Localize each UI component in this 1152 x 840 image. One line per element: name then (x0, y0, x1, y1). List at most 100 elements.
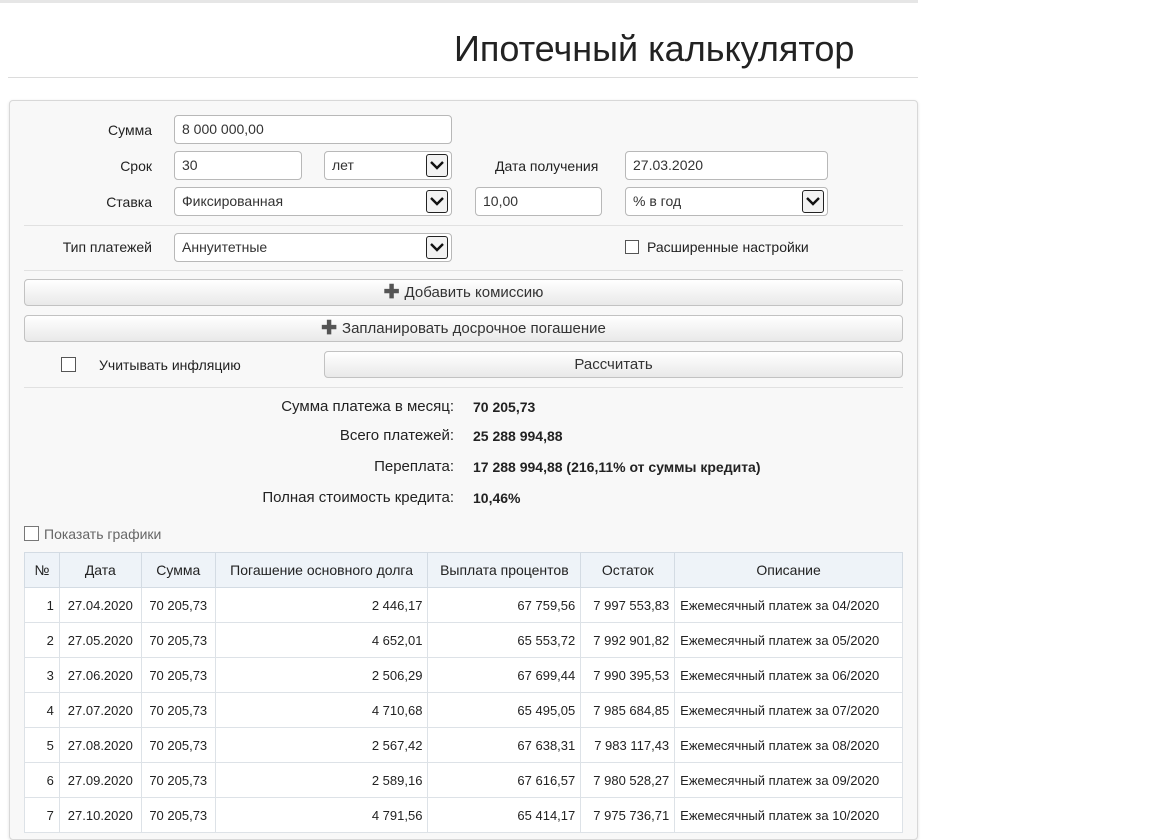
table-row: 1 27.04.2020 70 205,73 2 446,17 67 759,56 7 9… (24, 587, 903, 623)
monthly-payment-value: 70 205,73 (473, 399, 536, 415)
rate-type-value: Фиксированная (182, 193, 284, 209)
date-label: Дата получения (495, 158, 599, 174)
table-row: 7 27.10.2020 70 205,73 4 791,56 65 414,17 7 9… (24, 797, 903, 833)
show-charts-label[interactable]: Показать графики (44, 526, 161, 542)
row-date: 27.10.2020 (58, 797, 142, 833)
row-number: 3 (24, 657, 60, 693)
row-amount: 70 205,73 (140, 797, 216, 833)
column-header-balance[interactable]: Остаток (580, 552, 676, 588)
row-number: 2 (24, 622, 60, 658)
show-charts-checkbox[interactable] (24, 526, 39, 541)
term-unit-value: лет (332, 157, 354, 173)
advanced-settings-checkbox[interactable] (625, 240, 639, 254)
row-description: Ежемесячный платеж за 07/2020 (674, 692, 903, 728)
row-balance: 7 975 736,71 (580, 797, 676, 833)
payment-type-value: Аннуитетные (182, 239, 268, 255)
plan-prepayment-label: Запланировать досрочное погашение (342, 320, 606, 337)
column-header-date[interactable]: Дата (58, 552, 142, 588)
add-commission-label: Добавить комиссию (404, 284, 544, 301)
row-balance: 7 985 684,85 (580, 692, 676, 728)
chevron-down-icon[interactable] (426, 190, 448, 213)
row-description: Ежемесячный платеж за 04/2020 (674, 587, 903, 623)
row-balance: 7 992 901,82 (580, 622, 676, 658)
form-divider (24, 225, 903, 226)
row-description: Ежемесячный платеж за 10/2020 (674, 797, 903, 833)
row-date: 27.08.2020 (58, 727, 142, 763)
payment-type-select[interactable]: Аннуитетные (174, 233, 452, 262)
row-interest: 67 638,31 (427, 727, 582, 763)
page-title: Ипотечный калькулятор (454, 28, 855, 69)
rate-type-select[interactable]: Фиксированная (174, 187, 452, 216)
table-row: 5 27.08.2020 70 205,73 2 567,42 67 638,31 7 9… (24, 727, 903, 763)
table-row: 2 27.05.2020 70 205,73 4 652,01 65 553,72 7 9… (24, 622, 903, 658)
payment-type-label: Тип платежей (62, 239, 152, 255)
row-amount: 70 205,73 (140, 692, 216, 728)
row-principal: 2 506,29 (214, 657, 429, 693)
row-principal: 2 567,42 (214, 727, 429, 763)
plan-prepayment-button[interactable]: ✚ Запланировать досрочное погашение (24, 315, 903, 342)
row-balance: 7 980 528,27 (580, 762, 676, 798)
total-payments-value: 25 288 994,88 (473, 428, 563, 444)
row-principal: 2 446,17 (214, 587, 429, 623)
column-header-principal[interactable]: Погашение основного долга (214, 552, 429, 588)
chevron-down-icon[interactable] (802, 190, 824, 213)
table-row: 6 27.09.2020 70 205,73 2 589,16 67 616,57 7 9… (24, 762, 903, 798)
plus-icon: ✚ (321, 318, 338, 339)
add-commission-button[interactable]: ✚ Добавить комиссию (24, 279, 903, 306)
row-amount: 70 205,73 (140, 587, 216, 623)
payment-schedule-table: № Дата Сумма Погашение основного долга В… (24, 552, 903, 833)
row-date: 27.06.2020 (58, 657, 142, 693)
row-number: 4 (24, 692, 60, 728)
row-description: Ежемесячный платеж за 05/2020 (674, 622, 903, 658)
inflation-checkbox[interactable] (61, 357, 76, 372)
table-row: 4 27.07.2020 70 205,73 4 710,68 65 495,05 7 9… (24, 692, 903, 728)
plus-icon: ✚ (383, 282, 400, 303)
full-cost-value: 10,46% (473, 490, 521, 506)
row-principal: 4 652,01 (214, 622, 429, 658)
date-input[interactable]: 27.03.2020 (625, 151, 828, 180)
overpayment-value: 17 288 994,88 (216,11% от суммы кредита) (473, 459, 761, 475)
rate-unit-select[interactable]: % в год (625, 187, 828, 216)
row-principal: 2 589,16 (214, 762, 429, 798)
table-body: 1 27.04.2020 70 205,73 2 446,17 67 759,56 7 9… (24, 587, 903, 833)
row-interest: 65 495,05 (427, 692, 582, 728)
row-number: 7 (24, 797, 60, 833)
row-interest: 67 699,44 (427, 657, 582, 693)
row-number: 6 (24, 762, 60, 798)
row-number: 1 (24, 587, 60, 623)
chevron-down-icon[interactable] (426, 154, 448, 177)
column-header-interest[interactable]: Выплата процентов (427, 552, 582, 588)
row-interest: 65 553,72 (427, 622, 582, 658)
row-interest: 67 616,57 (427, 762, 582, 798)
row-balance: 7 997 553,83 (580, 587, 676, 623)
form-divider (24, 387, 903, 388)
table-row: 3 27.06.2020 70 205,73 2 506,29 67 699,44 7 9… (24, 657, 903, 693)
row-balance: 7 983 117,43 (580, 727, 676, 763)
term-label: Срок (120, 158, 152, 174)
rate-unit-value: % в год (633, 193, 682, 209)
rate-input[interactable]: 10,00 (475, 187, 602, 216)
term-input[interactable]: 30 (174, 151, 302, 180)
rate-label: Ставка (106, 194, 152, 210)
calculate-label: Рассчитать (574, 356, 653, 373)
row-description: Ежемесячный платеж за 08/2020 (674, 727, 903, 763)
monthly-payment-label: Сумма платежа в месяц: (281, 398, 454, 415)
total-payments-label: Всего платежей: (339, 427, 454, 444)
row-description: Ежемесячный платеж за 09/2020 (674, 762, 903, 798)
row-amount: 70 205,73 (140, 727, 216, 763)
sum-input[interactable]: 8 000 000,00 (174, 115, 452, 144)
row-date: 27.07.2020 (58, 692, 142, 728)
row-amount: 70 205,73 (140, 622, 216, 658)
overpayment-label: Переплата: (374, 458, 454, 475)
column-header-amount[interactable]: Сумма (140, 552, 216, 588)
chevron-down-icon[interactable] (426, 236, 448, 259)
advanced-settings-label[interactable]: Расширенные настройки (647, 239, 809, 255)
row-balance: 7 990 395,53 (580, 657, 676, 693)
row-date: 27.05.2020 (58, 622, 142, 658)
column-header-number[interactable]: № (24, 552, 60, 588)
inflation-label[interactable]: Учитывать инфляцию (99, 357, 241, 373)
calculate-button[interactable]: Рассчитать (324, 351, 903, 378)
term-unit-select[interactable]: лет (324, 151, 452, 180)
sum-label: Сумма (108, 122, 152, 138)
column-header-description[interactable]: Описание (674, 552, 903, 588)
